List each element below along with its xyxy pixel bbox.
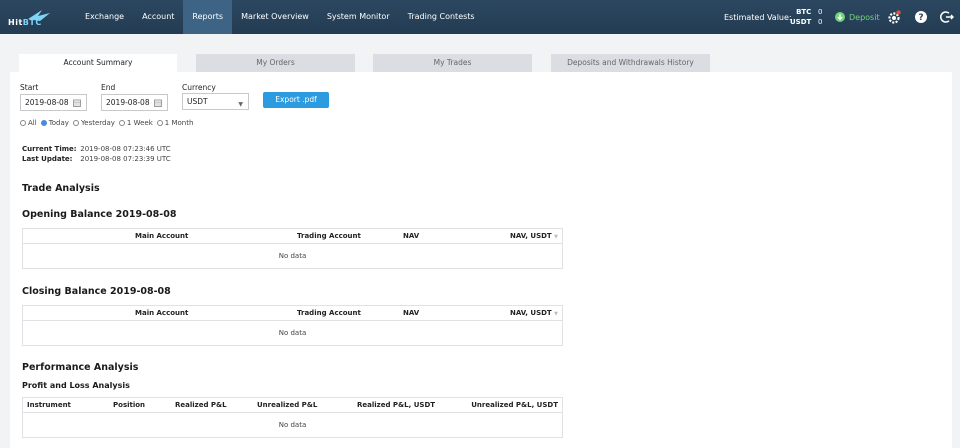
- range-label: 1 Week: [126, 119, 153, 127]
- end-date-input[interactable]: 2019-08-08: [101, 94, 168, 111]
- calendar-icon[interactable]: [73, 99, 81, 107]
- last-update-value: 2019-08-08 07:23:39 UTC: [80, 155, 171, 163]
- trade-analysis-title: Trade Analysis: [22, 183, 100, 194]
- range-1-month[interactable]: 1 Month: [156, 119, 194, 127]
- no-data-message: No data: [278, 329, 307, 337]
- nav-reports[interactable]: Reports: [183, 0, 233, 34]
- balance-usdt-label: USDT: [790, 18, 812, 26]
- table-header: Main Account Trading Account NAV NAV, US…: [23, 229, 562, 244]
- opening-balance-title: Opening Balance 2019-08-08: [22, 209, 177, 220]
- sort-icon[interactable]: ▼: [554, 311, 558, 317]
- current-time-label: Current Time:: [22, 145, 77, 153]
- range-label: 1 Month: [164, 119, 194, 127]
- estimated-value-label: Estimated Value:: [724, 13, 792, 22]
- range-all[interactable]: All: [20, 119, 37, 127]
- radio-icon: [156, 120, 163, 126]
- col-unrealized-pnl[interactable]: Unrealized P&L: [257, 398, 317, 413]
- currency-value: USDT: [187, 97, 208, 106]
- current-time-value: 2019-08-08 07:23:46 UTC: [80, 145, 171, 153]
- radio-icon: [72, 120, 79, 126]
- nav-trading-contests[interactable]: Trading Contests: [399, 0, 484, 34]
- range-yesterday[interactable]: Yesterday: [72, 119, 115, 127]
- closing-balance-table: Main Account Trading Account NAV NAV, US…: [22, 305, 563, 346]
- start-date-value: 2019-08-08: [25, 98, 69, 107]
- tab-account-summary[interactable]: Account Summary: [19, 54, 177, 74]
- deposit-label: Deposit: [849, 12, 880, 22]
- range-label: Today: [48, 119, 69, 127]
- tab-my-trades[interactable]: My Trades: [373, 54, 532, 72]
- balance-currencies: BTC USDT: [790, 7, 811, 27]
- start-label: Start: [20, 83, 39, 92]
- nav-market-overview[interactable]: Market Overview: [232, 0, 318, 34]
- col-unrealized-pnl-usdt[interactable]: Unrealized P&L, USDT: [471, 398, 558, 413]
- balance-btc-value: 0: [818, 8, 823, 16]
- export-pdf-button[interactable]: Export .pdf: [263, 92, 329, 108]
- top-nav-bar: HitBTC Exchange Account Reports Market O…: [0, 0, 960, 34]
- table-header: Instrument Position Realized P&L Unreali…: [23, 398, 562, 413]
- pnl-analysis-title: Profit and Loss Analysis: [22, 381, 130, 390]
- col-realized-pnl[interactable]: Realized P&L: [175, 398, 227, 413]
- col-realized-pnl-usdt[interactable]: Realized P&L, USDT: [357, 398, 435, 413]
- balance-usdt-value: 0: [818, 18, 823, 26]
- start-date-input[interactable]: 2019-08-08: [20, 94, 87, 111]
- col-main-account[interactable]: Main Account: [135, 306, 188, 321]
- current-time-row: Current Time: 2019-08-08 07:23:46 UTC: [22, 145, 171, 153]
- nav-exchange[interactable]: Exchange: [76, 0, 133, 34]
- last-update-label: Last Update:: [22, 155, 73, 163]
- range-label: All: [28, 119, 37, 127]
- tab-deposits-withdrawals-history[interactable]: Deposits and Withdrawals History: [551, 54, 710, 72]
- balance-values: 0 0: [818, 7, 822, 27]
- balance-btc-label: BTC: [796, 8, 812, 16]
- logo-text: HitBTC: [8, 18, 42, 27]
- range-today[interactable]: Today: [40, 119, 69, 127]
- radio-icon: [118, 120, 125, 126]
- range-label: Yesterday: [80, 119, 115, 127]
- range-1-week[interactable]: 1 Week: [118, 119, 153, 127]
- last-update-row: Last Update: 2019-08-08 07:23:39 UTC: [22, 155, 171, 163]
- col-nav[interactable]: NAV: [403, 306, 419, 321]
- svg-text:?: ?: [918, 13, 923, 23]
- help-icon[interactable]: ?: [914, 10, 928, 24]
- calendar-icon[interactable]: [154, 99, 162, 107]
- currency-select[interactable]: USDT ▼: [182, 93, 249, 110]
- col-nav-usdt-label: NAV, USDT: [509, 309, 552, 317]
- col-nav-usdt[interactable]: NAV, USDT ▼: [510, 306, 558, 322]
- col-nav[interactable]: NAV: [403, 229, 419, 244]
- col-nav-usdt[interactable]: NAV, USDT ▼: [510, 229, 558, 245]
- col-main-account[interactable]: Main Account: [135, 229, 188, 244]
- main-nav: Exchange Account Reports Market Overview…: [76, 0, 484, 34]
- no-data-message: No data: [278, 421, 307, 429]
- end-date-value: 2019-08-08: [106, 98, 150, 107]
- col-trading-account[interactable]: Trading Account: [297, 306, 361, 321]
- col-nav-usdt-label: NAV, USDT: [509, 232, 552, 240]
- closing-balance-title: Closing Balance 2019-08-08: [22, 286, 171, 297]
- settings-gear-icon[interactable]: [887, 10, 901, 24]
- range-radio-group: All Today Yesterday 1 Week 1 Month: [20, 119, 193, 127]
- no-data-message: No data: [278, 252, 307, 260]
- col-instrument[interactable]: Instrument: [27, 398, 71, 413]
- currency-label: Currency: [182, 83, 216, 92]
- sort-icon[interactable]: ▼: [554, 234, 558, 240]
- pnl-table: Instrument Position Realized P&L Unreali…: [22, 397, 563, 438]
- chevron-down-icon: ▼: [238, 101, 243, 108]
- table-header: Main Account Trading Account NAV NAV, US…: [23, 306, 562, 321]
- end-label: End: [101, 83, 116, 92]
- tab-my-orders[interactable]: My Orders: [196, 54, 355, 72]
- nav-system-monitor[interactable]: System Monitor: [318, 0, 399, 34]
- performance-analysis-title: Performance Analysis: [22, 362, 139, 373]
- deposit-icon: [835, 12, 845, 22]
- col-position[interactable]: Position: [113, 398, 145, 413]
- radio-selected-icon: [40, 120, 47, 126]
- nav-account[interactable]: Account: [133, 0, 183, 34]
- col-trading-account[interactable]: Trading Account: [297, 229, 361, 244]
- deposit-button[interactable]: Deposit: [834, 11, 880, 23]
- radio-icon: [20, 120, 26, 126]
- logout-icon[interactable]: [940, 10, 954, 24]
- opening-balance-table: Main Account Trading Account NAV NAV, US…: [22, 228, 563, 269]
